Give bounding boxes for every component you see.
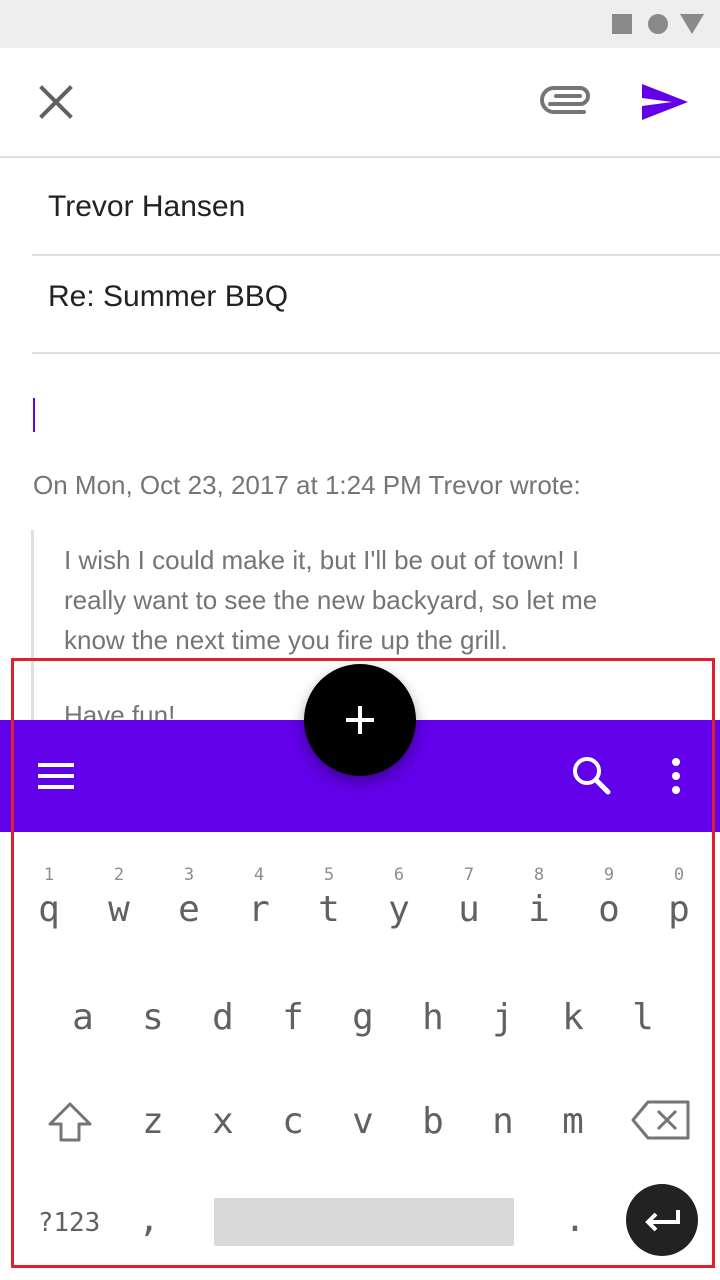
quote-line: really want to see the new backyard, so … [64,585,598,615]
key-char: e [178,889,200,930]
shift-icon [48,1102,92,1142]
quote-bar [31,530,34,730]
key-k[interactable]: k [538,996,608,1040]
key-char: p [668,889,690,930]
key-w[interactable]: 2w [84,862,154,932]
backspace-key[interactable] [630,1098,692,1142]
key-char: t [318,889,340,930]
key-char: r [248,889,270,930]
key-t[interactable]: 5t [294,862,364,932]
more-options-button[interactable] [656,750,696,802]
send-icon [642,84,688,120]
home-icon [648,14,668,34]
key-x[interactable]: x [188,1100,258,1144]
quote-header: On Mon, Oct 23, 2017 at 1:24 PM Trevor w… [33,470,581,500]
enter-icon [645,1210,680,1232]
menu-icon [38,763,74,789]
key-j[interactable]: j [468,996,538,1040]
key-z[interactable]: z [118,1100,188,1144]
key-char: u [458,889,480,930]
key-g[interactable]: g [328,996,398,1040]
key-hint: 4 [253,865,265,885]
shift-key[interactable] [44,1100,96,1144]
key-hint: 1 [43,865,55,885]
key-char: y [388,889,410,930]
subject-field[interactable]: Re: Summer BBQ [48,280,288,314]
attach-button[interactable] [536,74,600,130]
key-d[interactable]: d [188,996,258,1040]
menu-button[interactable] [30,754,82,798]
comma-key[interactable]: , [114,1198,184,1242]
send-button[interactable] [632,72,696,132]
key-hint: 7 [463,865,475,885]
close-icon [39,85,73,119]
key-c[interactable]: c [258,1100,328,1144]
quote-line: I wish I could make it, but I'll be out … [64,545,580,575]
email-compose-screen: Trevor Hansen Re: Summer BBQ On Mon, Oct… [0,0,720,1280]
toolbar-divider [0,156,720,158]
enter-key[interactable] [626,1184,698,1256]
key-hint: 6 [393,865,405,885]
key-hint: 9 [603,865,615,885]
key-char: w [108,889,130,930]
period-key[interactable]: . [540,1198,610,1242]
close-button[interactable] [28,74,84,130]
key-hint: 5 [323,865,335,885]
key-v[interactable]: v [328,1100,398,1144]
key-e[interactable]: 3e [154,862,224,932]
add-fab-button[interactable] [304,664,416,776]
key-hint: 3 [183,865,195,885]
key-i[interactable]: 8i [504,862,574,932]
on-screen-keyboard: 1q 2w 3e 4r 5t 6y 7u 8i 9o 0p a s d f g … [0,832,720,1280]
key-b[interactable]: b [398,1100,468,1144]
plus-icon [346,706,374,734]
quote-line: know the next time you fire up the grill… [64,625,508,655]
key-y[interactable]: 6y [364,862,434,932]
key-hint: 2 [113,865,125,885]
key-hint: 8 [533,865,545,885]
key-o[interactable]: 9o [574,862,644,932]
space-key[interactable] [214,1198,514,1246]
key-q[interactable]: 1q [14,862,84,932]
key-p[interactable]: 0p [644,862,714,932]
key-h[interactable]: h [398,996,468,1040]
key-l[interactable]: l [608,996,678,1040]
key-char: o [598,889,620,930]
key-char: q [38,889,60,930]
key-m[interactable]: m [538,1100,608,1144]
backspace-icon [631,1100,690,1140]
key-hint: 0 [673,865,685,885]
key-r[interactable]: 4r [224,862,294,932]
subject-divider [32,352,720,354]
compose-toolbar [0,48,720,156]
to-field[interactable]: Trevor Hansen [48,190,245,224]
text-cursor [33,398,35,432]
search-button[interactable] [564,750,620,802]
quoted-message: I wish I could make it, but I'll be out … [64,540,694,660]
symbols-key[interactable]: ?123 [24,1208,114,1238]
back-icon [680,14,704,34]
key-n[interactable]: n [468,1100,538,1144]
to-divider [32,254,720,256]
key-a[interactable]: a [48,996,118,1040]
key-u[interactable]: 7u [434,862,504,932]
paperclip-icon [540,86,590,114]
more-vert-icon [672,758,680,794]
key-f[interactable]: f [258,996,328,1040]
key-s[interactable]: s [118,996,188,1040]
recents-icon [612,14,632,34]
status-bar [0,0,720,48]
key-char: i [528,889,550,930]
search-icon [573,757,611,795]
